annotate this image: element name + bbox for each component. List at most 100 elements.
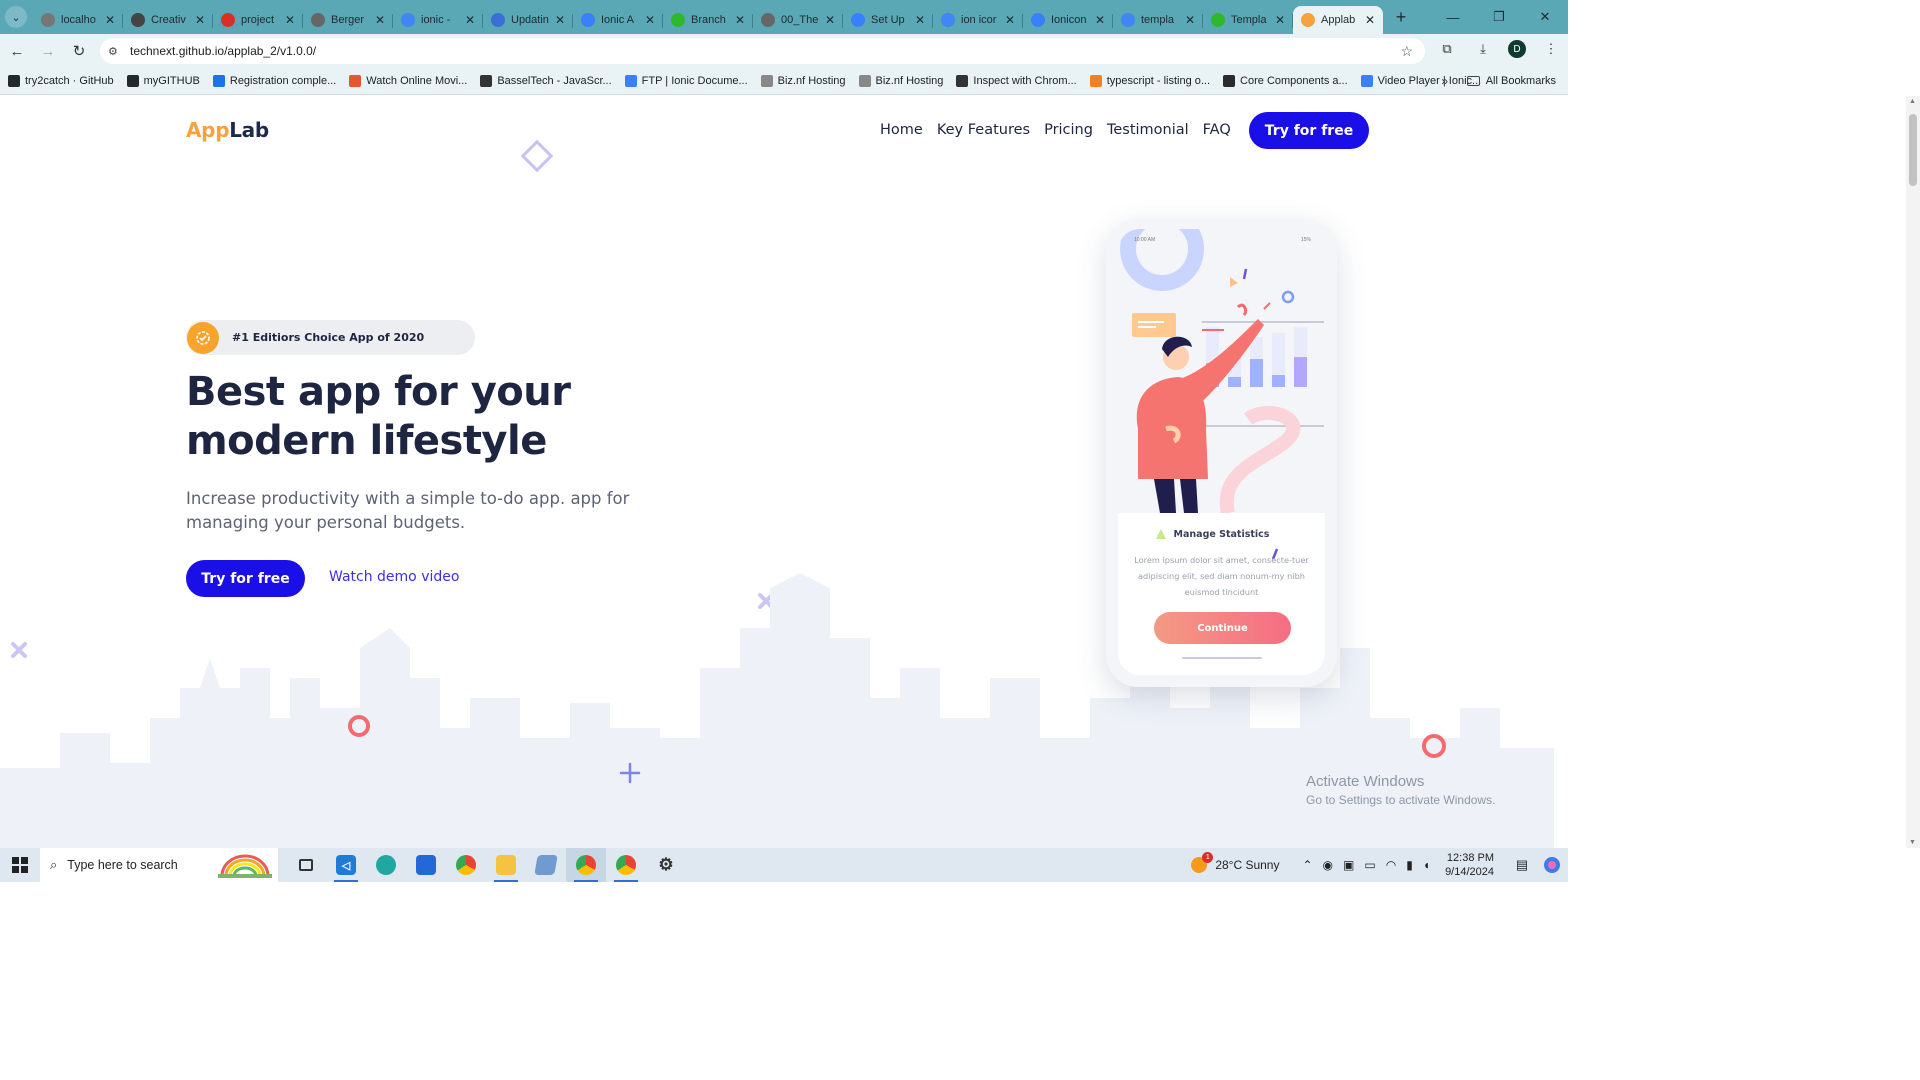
scroll-down-arrow-icon[interactable]: ▼: [1909, 839, 1916, 846]
forward-arrow-icon[interactable]: →: [34, 37, 62, 65]
bookmark-item[interactable]: typescript - listing o...: [1089, 75, 1210, 87]
chrome-profile-icon[interactable]: [566, 848, 606, 882]
browser-tab[interactable]: Berger ✕: [303, 6, 393, 34]
chrome-icon[interactable]: [446, 848, 486, 882]
tray-display-icon[interactable]: ▭: [1364, 858, 1375, 872]
browser-tab[interactable]: Set Up ✕: [843, 6, 933, 34]
task-view-icon[interactable]: [286, 848, 326, 882]
bookmark-item[interactable]: try2catch · GitHub: [8, 75, 114, 87]
tray-meet-icon[interactable]: ▣: [1343, 858, 1354, 872]
tab-close-icon[interactable]: ✕: [1183, 13, 1197, 27]
browser-tab[interactable]: localho ✕: [33, 6, 123, 34]
browser-tab[interactable]: Ionicon ✕: [1023, 6, 1113, 34]
phone-continue-button[interactable]: Continue: [1154, 612, 1291, 644]
tab-close-icon[interactable]: ✕: [283, 13, 297, 27]
taskbar-search-box[interactable]: ⌕ Type here to search: [40, 848, 278, 882]
scroll-up-arrow-icon[interactable]: ▲: [1909, 98, 1916, 105]
minimize-icon[interactable]: —: [1430, 0, 1476, 34]
menu-kebab-icon[interactable]: ⋮: [1540, 38, 1562, 60]
hero-try-for-free-button[interactable]: Try for free: [186, 560, 305, 597]
tab-title: Applab: [1321, 14, 1356, 26]
volume-icon[interactable]: ◖: [1423, 858, 1430, 872]
bookmark-item[interactable]: Watch Online Movi...: [349, 75, 467, 87]
tab-close-icon[interactable]: ✕: [1363, 13, 1377, 27]
bookmark-item[interactable]: Core Components a...: [1223, 75, 1348, 87]
bookmark-item[interactable]: myGITHUB: [126, 75, 200, 87]
copilot-icon[interactable]: [1536, 848, 1568, 882]
settings-gear-icon[interactable]: ⚙: [646, 848, 686, 882]
reload-icon[interactable]: ↻: [65, 37, 93, 65]
tab-close-icon[interactable]: ✕: [103, 13, 117, 27]
site-info-icon[interactable]: ⚙: [108, 45, 124, 58]
bookmark-item[interactable]: BasselTech - JavaScr...: [480, 75, 612, 87]
tab-close-icon[interactable]: ✕: [1003, 13, 1017, 27]
back-arrow-icon[interactable]: ←: [3, 37, 31, 65]
tab-close-icon[interactable]: ✕: [373, 13, 387, 27]
bookmark-item[interactable]: Inspect with Chrom...: [956, 75, 1077, 87]
extensions-puzzle-icon[interactable]: ⧉: [1436, 38, 1458, 60]
hidden-icons-chevron-icon[interactable]: ⌃: [1302, 858, 1312, 872]
tab-close-icon[interactable]: ✕: [553, 13, 567, 27]
browser-tab[interactable]: Branch ✕: [663, 6, 753, 34]
bookmark-item[interactable]: Biz.nf Hosting: [858, 75, 943, 87]
tab-close-icon[interactable]: ✕: [463, 13, 477, 27]
battery-icon[interactable]: ▮: [1406, 858, 1413, 872]
tab-close-icon[interactable]: ✕: [913, 13, 927, 27]
tray-app-icon[interactable]: ◉: [1323, 858, 1333, 872]
vscode-icon[interactable]: ◁: [326, 848, 366, 882]
browser-tab[interactable]: Templa ✕: [1203, 6, 1293, 34]
applab-logo[interactable]: AppLab: [186, 118, 269, 142]
nav-faq[interactable]: FAQ: [1203, 122, 1231, 138]
nav-key-features[interactable]: Key Features: [937, 122, 1030, 138]
watch-demo-video-link[interactable]: Watch demo video: [329, 569, 459, 585]
bookmark-label: Core Components a...: [1240, 75, 1348, 87]
bookmark-item[interactable]: Biz.nf Hosting: [760, 75, 846, 87]
tab-close-icon[interactable]: ✕: [823, 13, 837, 27]
new-tab-plus-icon[interactable]: +: [1389, 5, 1413, 29]
edge-icon[interactable]: [366, 848, 406, 882]
address-bar[interactable]: ⚙ technext.github.io/applab_2/v1.0.0/ ☆: [100, 38, 1425, 64]
nav-home[interactable]: Home: [880, 122, 923, 138]
close-window-icon[interactable]: ✕: [1522, 0, 1568, 34]
tab-close-icon[interactable]: ✕: [193, 13, 207, 27]
address-url[interactable]: technext.github.io/applab_2/v1.0.0/: [130, 44, 316, 58]
browser-tab[interactable]: 00_The ✕: [753, 6, 843, 34]
browser-tab[interactable]: Ionic A ✕: [573, 6, 663, 34]
browser-tab[interactable]: ion icor ✕: [933, 6, 1023, 34]
bookmark-star-icon[interactable]: ☆: [1400, 43, 1413, 60]
tab-search-chevron-icon[interactable]: ⌄: [5, 6, 27, 28]
bookmark-item[interactable]: Video Player | Ionic...: [1360, 75, 1481, 87]
browser-tab[interactable]: Updatin ✕: [483, 6, 573, 34]
header-try-for-free-button[interactable]: Try for free: [1249, 112, 1369, 149]
browser-tab[interactable]: Applab ✕: [1293, 6, 1383, 34]
store-icon[interactable]: [406, 848, 446, 882]
tab-close-icon[interactable]: ✕: [733, 13, 747, 27]
chrome-profile-2-icon[interactable]: [606, 848, 646, 882]
weather-widget[interactable]: 1 28°C Sunny: [1191, 852, 1279, 873]
browser-tab[interactable]: ionic - ✕: [393, 6, 483, 34]
browser-tab[interactable]: project ✕: [213, 6, 303, 34]
downloads-icon[interactable]: ⤓: [1472, 38, 1494, 60]
page-scrollbar[interactable]: ▲ ▼: [1906, 96, 1920, 848]
notification-center-icon[interactable]: ▤: [1508, 857, 1536, 873]
profile-avatar[interactable]: D: [1508, 40, 1526, 58]
all-bookmarks-button[interactable]: All Bookmarks: [1466, 75, 1556, 87]
nav-pricing[interactable]: Pricing: [1044, 122, 1093, 138]
nav-testimonial[interactable]: Testimonial: [1107, 122, 1189, 138]
tab-close-icon[interactable]: ✕: [643, 13, 657, 27]
wifi-icon[interactable]: ◠: [1386, 858, 1396, 872]
windows-start-icon[interactable]: [0, 848, 40, 882]
tab-close-icon[interactable]: ✕: [1093, 13, 1107, 27]
tab-close-icon[interactable]: ✕: [1273, 13, 1287, 27]
bookmark-item[interactable]: FTP | Ionic Docume...: [624, 75, 748, 87]
app-icon[interactable]: [526, 848, 566, 882]
scrollbar-thumb[interactable]: [1909, 114, 1917, 186]
phone-card-title: Manage Statistics: [1173, 529, 1270, 540]
file-explorer-icon[interactable]: [486, 848, 526, 882]
browser-tab[interactable]: templa ✕: [1113, 6, 1203, 34]
taskbar-clock[interactable]: 12:38 PM 9/14/2024: [1445, 851, 1494, 879]
restore-icon[interactable]: ❐: [1476, 0, 1522, 34]
browser-tab[interactable]: Creativ ✕: [123, 6, 213, 34]
bookmarks-overflow-icon[interactable]: »: [1441, 74, 1448, 88]
bookmark-item[interactable]: Registration comple...: [212, 75, 336, 87]
